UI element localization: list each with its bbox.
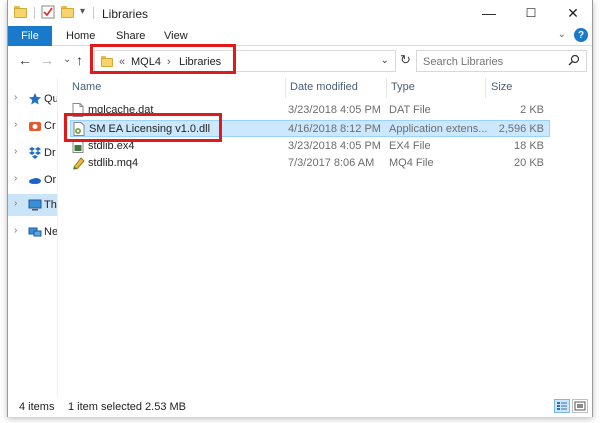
sidebar-item-network[interactable]: › Ne bbox=[8, 221, 58, 243]
tab-home[interactable]: Home bbox=[66, 30, 95, 42]
expand-chevron-icon[interactable]: › bbox=[14, 92, 17, 103]
sidebar-item-label: Dr bbox=[44, 147, 56, 159]
sidebar-item-label: Or bbox=[44, 174, 57, 186]
sidebar-item-this-pc[interactable]: › Th bbox=[8, 194, 57, 216]
this-pc-icon bbox=[28, 198, 42, 211]
customize-toolbar-icon[interactable]: ▾ bbox=[80, 6, 85, 17]
address-dropdown-chevron-icon[interactable]: ⌄ bbox=[381, 55, 389, 66]
sidebar-item-quick-access[interactable]: › Qu bbox=[8, 88, 58, 110]
details-view-button[interactable] bbox=[554, 399, 570, 413]
status-bar: 4 items 1 item selected 2.53 MB bbox=[8, 396, 592, 417]
forward-arrow-icon[interactable]: → bbox=[40, 52, 54, 68]
sidebar-item-label: Qu bbox=[44, 93, 58, 105]
title-bar: ▾ Libraries — ☐ ✕ bbox=[8, 0, 592, 26]
file-date: 7/3/2017 8:06 AM bbox=[288, 157, 375, 169]
file-date: 3/23/2018 4:05 PM bbox=[288, 140, 381, 152]
tab-share[interactable]: Share bbox=[116, 30, 145, 42]
star-icon bbox=[28, 92, 42, 105]
file-size: 20 KB bbox=[514, 157, 544, 169]
status-item-count: 4 items bbox=[19, 401, 55, 413]
file-type: Application extens... bbox=[389, 123, 488, 135]
table-row[interactable]: stdlib.mq4 7/3/2017 8:06 AM MQ4 File 20 … bbox=[70, 155, 550, 172]
search-box[interactable] bbox=[416, 50, 587, 72]
new-folder-icon[interactable] bbox=[61, 6, 75, 18]
column-header-date-modified[interactable]: Date modified bbox=[290, 81, 358, 93]
sidebar-item-creative-cloud[interactable]: › Cr bbox=[8, 115, 57, 137]
address-highlight-box bbox=[90, 44, 236, 74]
window-title: Libraries bbox=[102, 7, 149, 21]
file-name: stdlib.mq4 bbox=[88, 157, 139, 169]
sidebar-item-dropbox[interactable]: › Dr bbox=[8, 142, 57, 164]
file-highlight-box bbox=[64, 113, 222, 142]
creative-cloud-icon bbox=[28, 119, 42, 131]
large-icons-view-button[interactable] bbox=[572, 399, 588, 413]
expand-chevron-icon[interactable]: › bbox=[14, 146, 17, 157]
explorer-window: ▾ Libraries — ☐ ✕ File Home Share View ⌄… bbox=[7, 0, 593, 417]
search-input[interactable] bbox=[423, 54, 563, 69]
search-icon bbox=[568, 54, 580, 69]
file-size: 2,596 KB bbox=[498, 123, 544, 135]
sidebar-item-label: Th bbox=[44, 199, 57, 211]
onedrive-icon bbox=[28, 173, 42, 185]
folder-icon bbox=[14, 6, 28, 18]
expand-chevron-icon[interactable]: › bbox=[14, 119, 17, 130]
column-header-type[interactable]: Type bbox=[391, 81, 415, 93]
file-type: EX4 File bbox=[389, 140, 431, 152]
file-type: MQ4 File bbox=[389, 157, 434, 169]
column-header-name[interactable]: Name bbox=[72, 81, 101, 93]
up-arrow-icon[interactable]: ↑ bbox=[76, 52, 83, 68]
file-size: 2 KB bbox=[520, 104, 544, 116]
tab-view[interactable]: View bbox=[164, 30, 188, 42]
refresh-icon[interactable]: ↻ bbox=[400, 52, 411, 68]
column-header-size[interactable]: Size bbox=[491, 81, 512, 93]
maximize-button[interactable]: ☐ bbox=[510, 0, 552, 26]
sidebar-item-onedrive[interactable]: › Or bbox=[8, 169, 57, 191]
network-icon bbox=[28, 225, 42, 237]
sidebar-item-label: Ne bbox=[44, 226, 58, 238]
mq4-file-icon bbox=[72, 156, 85, 170]
sidebar-item-label: Cr bbox=[44, 120, 56, 132]
navigation-pane: › Qu › Cr › Dr › Or › Th › Ne bbox=[8, 78, 58, 396]
close-button[interactable]: ✕ bbox=[552, 0, 594, 26]
expand-chevron-icon[interactable]: › bbox=[14, 173, 17, 184]
properties-icon[interactable] bbox=[41, 5, 55, 19]
tab-file[interactable]: File bbox=[8, 26, 52, 46]
file-date: 4/16/2018 8:12 PM bbox=[288, 123, 381, 135]
expand-ribbon-chevron-icon[interactable]: ⌄ bbox=[558, 29, 566, 40]
status-selection: 1 item selected 2.53 MB bbox=[68, 401, 187, 413]
file-date: 3/23/2018 4:05 PM bbox=[288, 104, 381, 116]
ribbon: File Home Share View ⌄ ? bbox=[8, 26, 592, 46]
help-icon[interactable]: ? bbox=[574, 28, 588, 42]
back-arrow-icon[interactable]: ← bbox=[18, 52, 32, 68]
recent-locations-chevron-icon[interactable]: ⌄ bbox=[63, 54, 71, 65]
file-type: DAT File bbox=[389, 104, 431, 116]
expand-chevron-icon[interactable]: › bbox=[14, 225, 17, 236]
file-size: 18 KB bbox=[514, 140, 544, 152]
minimize-button[interactable]: — bbox=[468, 0, 510, 26]
dropbox-icon bbox=[28, 146, 42, 159]
expand-chevron-icon[interactable]: › bbox=[14, 198, 17, 209]
